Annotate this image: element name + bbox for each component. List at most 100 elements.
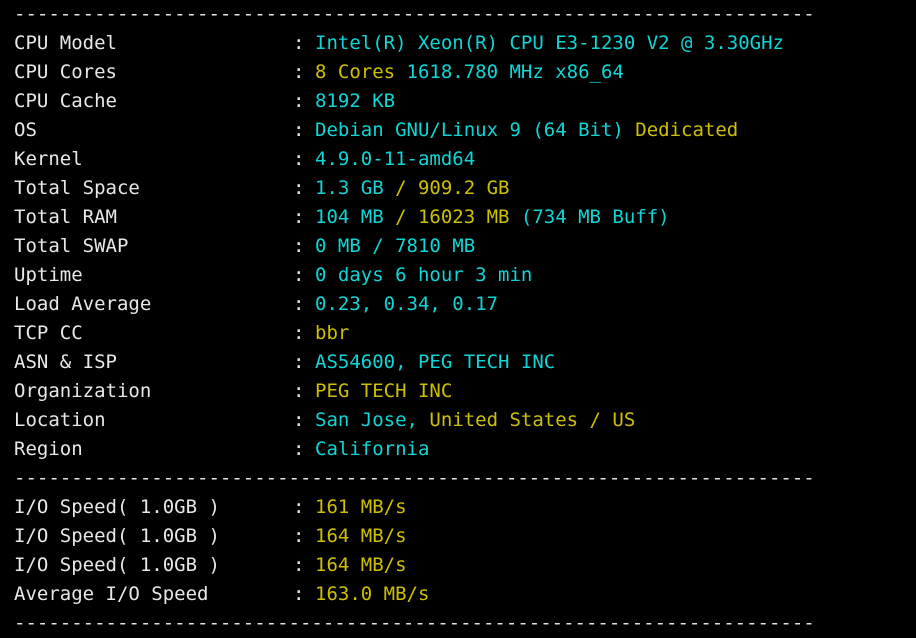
info-row-value-segment: 0.23, 0.34, 0.17	[315, 293, 499, 315]
info-row-value: California	[315, 435, 429, 464]
info-row-label: CPU Cache	[14, 90, 117, 112]
info-row-label: OS	[14, 119, 37, 141]
info-row-separator: :	[293, 206, 305, 228]
info-row-value: Debian GNU/Linux 9 (64 Bit) Dedicated	[315, 116, 738, 145]
info-row-value: San Jose, United States / US	[315, 406, 635, 435]
info-row-separator: :	[293, 351, 305, 373]
info-row: Total Space:1.3 GB / 909.2 GB	[14, 174, 916, 203]
info-row-separator: :	[293, 322, 305, 344]
info-row-value: PEG TECH INC	[315, 377, 452, 406]
info-row-label: Kernel	[14, 148, 83, 170]
info-row-label: Total RAM	[14, 206, 117, 228]
info-row-value-segment: Dedicated	[635, 119, 739, 141]
io-benchmark-section: I/O Speed( 1.0GB ):161 MB/s I/O Speed( 1.…	[0, 493, 916, 609]
info-row-value-segment: 161 MB/s	[315, 496, 407, 518]
divider-bottom: ----------------------------------------…	[14, 612, 815, 634]
info-row-label: Average I/O Speed	[14, 583, 209, 605]
info-row: CPU Cache:8192 KB	[14, 87, 916, 116]
info-row-value-segment: 8192 KB	[315, 90, 396, 112]
info-row: I/O Speed( 1.0GB ):164 MB/s	[14, 522, 916, 551]
info-row-label: I/O Speed( 1.0GB )	[14, 496, 220, 518]
info-row: Average I/O Speed:163.0 MB/s	[14, 580, 916, 609]
info-row-separator: :	[293, 32, 305, 54]
info-row-value-segment: 164 MB/s	[315, 554, 407, 576]
info-row-value: 161 MB/s	[315, 493, 407, 522]
info-row-value-segment: / 909.2 GB	[395, 177, 510, 199]
info-row-separator: :	[293, 583, 305, 605]
info-row-value: 1.3 GB / 909.2 GB	[315, 174, 509, 203]
info-row: Kernel:4.9.0-11-amd64	[14, 145, 916, 174]
info-row-separator: :	[293, 293, 305, 315]
info-row-value-segment: AS54600, PEG TECH INC	[315, 351, 556, 373]
info-row-separator: :	[293, 264, 305, 286]
info-row: Location: San Jose, United States / US	[14, 406, 916, 435]
info-row-label: TCP CC	[14, 322, 83, 344]
info-row-separator: :	[293, 61, 305, 83]
info-row-value: 104 MB / 16023 MB (734 MB Buff)	[315, 203, 670, 232]
divider-top: ----------------------------------------…	[14, 3, 815, 25]
info-row: Organization: PEG TECH INC	[14, 377, 916, 406]
info-row-value: 164 MB/s	[315, 551, 407, 580]
info-row-value: 4.9.0-11-amd64	[315, 145, 475, 174]
info-row-separator: :	[293, 235, 305, 257]
info-row-separator: :	[293, 438, 305, 460]
info-row-label: Total Space	[14, 177, 140, 199]
info-row-value: 163.0 MB/s	[315, 580, 429, 609]
info-row-value: 8192 KB	[315, 87, 395, 116]
info-row: TCP CC: bbr	[14, 319, 916, 348]
info-row-label: Location	[14, 409, 106, 431]
info-row-value-segment: California	[315, 438, 430, 460]
info-row-label: I/O Speed( 1.0GB )	[14, 554, 220, 576]
info-row-value: 164 MB/s	[315, 522, 407, 551]
terminal-window: ----------------------------------------…	[0, 0, 916, 634]
info-row-value: 0 MB / 7810 MB	[315, 232, 475, 261]
info-row: CPU Cores:8 Cores 1618.780 MHz x86_64	[14, 58, 916, 87]
info-row-separator: :	[293, 409, 305, 431]
info-row-value: bbr	[315, 319, 349, 348]
info-row: ASN & ISP: AS54600, PEG TECH INC	[14, 348, 916, 377]
info-row-value-segment: 104 MB	[315, 206, 396, 228]
info-row: I/O Speed( 1.0GB ):164 MB/s	[14, 551, 916, 580]
info-row-separator: :	[293, 554, 305, 576]
system-info-section: CPU Model: Intel(R) Xeon(R) CPU E3-1230 V…	[0, 29, 916, 464]
info-row-label: CPU Model	[14, 32, 117, 54]
info-row-label: Organization	[14, 380, 152, 402]
info-row-value-segment: 1618.780 MHz x86_64	[395, 61, 624, 83]
info-row: CPU Model: Intel(R) Xeon(R) CPU E3-1230 V…	[14, 29, 916, 58]
info-row-value-segment: United States / US	[429, 409, 636, 431]
info-row: Load Average:0.23, 0.34, 0.17	[14, 290, 916, 319]
info-row-label: Uptime	[14, 264, 83, 286]
divider-middle: ----------------------------------------…	[14, 467, 815, 489]
info-row: Uptime:0 days 6 hour 3 min	[14, 261, 916, 290]
info-row-label: CPU Cores	[14, 61, 117, 83]
info-row-value-segment: 8 Cores	[315, 61, 396, 83]
info-row-value: 0 days 6 hour 3 min	[315, 261, 532, 290]
info-row-value-segment: 163.0 MB/s	[315, 583, 430, 605]
info-row-value-segment: / 16023 MB	[395, 206, 510, 228]
info-row-separator: :	[293, 380, 305, 402]
info-row-value-segment: Debian GNU/Linux 9 (64 Bit)	[315, 119, 636, 141]
info-row-value-segment: 4.9.0-11-amd64	[315, 148, 476, 170]
info-row-separator: :	[293, 148, 305, 170]
info-row-value-segment: (734 MB Buff)	[509, 206, 670, 228]
info-row-value: Intel(R) Xeon(R) CPU E3-1230 V2 @ 3.30GH…	[315, 29, 784, 58]
info-row: Region: California	[14, 435, 916, 464]
info-row-value: 0.23, 0.34, 0.17	[315, 290, 498, 319]
info-row-value: AS54600, PEG TECH INC	[315, 348, 555, 377]
info-row-value-segment: San Jose,	[315, 409, 430, 431]
info-row-label: ASN & ISP	[14, 351, 117, 373]
info-row: Total RAM:104 MB / 16023 MB (734 MB Buff…	[14, 203, 916, 232]
info-row-label: Load Average	[14, 293, 152, 315]
info-row-separator: :	[293, 525, 305, 547]
info-row-value-segment: 1.3 GB	[315, 177, 396, 199]
info-row: I/O Speed( 1.0GB ):161 MB/s	[14, 493, 916, 522]
info-row-value-segment: 0 days 6 hour 3 min	[315, 264, 533, 286]
info-row-label: I/O Speed( 1.0GB )	[14, 525, 220, 547]
info-row-label: Region	[14, 438, 83, 460]
info-row: OS: Debian GNU/Linux 9 (64 Bit) Dedicated	[14, 116, 916, 145]
info-row-value: 8 Cores 1618.780 MHz x86_64	[315, 58, 624, 87]
info-row-label: Total SWAP	[14, 235, 129, 257]
info-row-separator: :	[293, 177, 305, 199]
info-row-value-segment: bbr	[315, 322, 350, 344]
info-row-separator: :	[293, 496, 305, 518]
